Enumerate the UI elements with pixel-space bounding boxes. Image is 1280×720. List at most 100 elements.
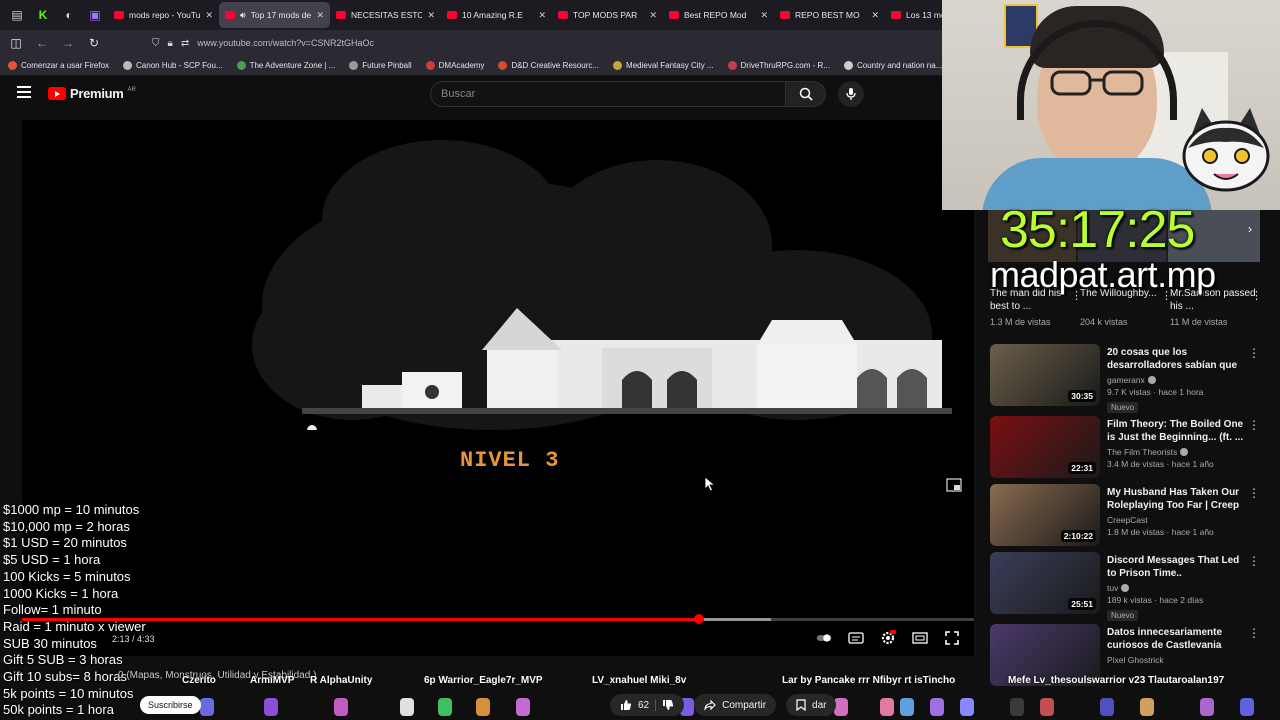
browser-tab[interactable]: TOP MODS PAR ✕ — [552, 2, 663, 28]
bookmark-label: Medieval Fantasy City ... — [626, 61, 714, 70]
tab-list-icon[interactable]: ▤ — [4, 4, 30, 26]
video-thumbnail[interactable]: 22:31 — [990, 416, 1100, 478]
search-button[interactable] — [786, 81, 826, 107]
address-bar[interactable]: ⛉ 🔒︎ ⇄ www.youtube.com/watch?v=CSNR2tGHa… — [152, 38, 374, 49]
chat-emote-icon — [264, 698, 278, 716]
autoplay-toggle[interactable] — [816, 630, 832, 646]
bookmark-item[interactable]: DriveThruRPG.com - R... — [727, 61, 830, 70]
video-title[interactable]: 20 cosas que los desarrolladores sabían … — [1107, 346, 1245, 372]
bookmark-item[interactable]: Canon Hub - SCP Fou... — [123, 61, 223, 70]
bookmark-favicon-icon — [498, 61, 508, 70]
bookmark-favicon-icon — [843, 61, 853, 70]
more-options-icon[interactable]: ⋮ — [1251, 289, 1262, 302]
back-icon[interactable]: ← — [34, 36, 50, 50]
more-options-icon[interactable]: ⋮ — [1248, 486, 1260, 500]
bookmark-item[interactable]: The Adventure Zone | ... — [236, 61, 335, 70]
bookmark-item[interactable]: Future Pinball — [349, 61, 412, 70]
video-title[interactable]: My Husband Has Taken Our Roleplaying Too… — [1107, 486, 1245, 512]
bookmark-item[interactable]: D&D Creative Resourc... — [498, 61, 599, 70]
speaker-icon[interactable]: 🔊︎ — [240, 10, 246, 21]
bookmark-item[interactable]: Comenzar a usar Firefox — [8, 61, 109, 70]
forward-icon[interactable]: → — [60, 36, 76, 50]
recommended-video[interactable]: 25:51 Discord Messages That Led to Prison… — [990, 552, 1262, 621]
share-button[interactable]: Compartir — [694, 694, 777, 716]
video-duration: 2:10:22 — [1060, 530, 1096, 542]
more-options-icon[interactable]: ⋮ — [1248, 346, 1260, 360]
close-icon[interactable]: ✕ — [760, 10, 768, 21]
tab-title: NECESITAS ESTO — [351, 10, 423, 20]
chevron-right-icon[interactable]: › — [1248, 222, 1252, 236]
video-thumbnail[interactable]: 2:10:22 — [990, 484, 1100, 546]
thumbs-down-icon[interactable] — [662, 699, 674, 711]
recommended-video[interactable]: 22:31 Film Theory: The Boiled One is Just… — [990, 416, 1262, 480]
screen: ▤ K ◐ ▣ mods repo - YouTube ✕ 🔊︎ Top 17 mod… — [0, 0, 1280, 720]
browser-tab[interactable]: 10 Amazing R.E ✕ — [441, 2, 552, 28]
lock-icon[interactable]: 🔒︎ — [168, 38, 173, 49]
browser-tab[interactable]: Best REPO Mod ✕ — [663, 2, 774, 28]
close-icon[interactable]: ✕ — [871, 10, 879, 21]
channel-name[interactable]: gameranx — [1107, 375, 1145, 385]
video-title[interactable]: Film Theory: The Boiled One is Just the … — [1107, 418, 1245, 444]
shield-icon[interactable]: ⛉ — [152, 38, 160, 49]
channel-name[interactable]: tuv — [1107, 583, 1118, 593]
miniplayer-icon[interactable] — [946, 478, 962, 492]
subscribe-button[interactable]: Suscribirse — [140, 696, 201, 714]
progress-bar[interactable] — [22, 614, 974, 624]
search-input[interactable] — [431, 82, 785, 106]
settings-button[interactable] — [880, 630, 896, 646]
search-box — [430, 81, 786, 107]
browser-tab[interactable]: NECESITAS ESTO ✕ — [330, 2, 441, 28]
kick-icon[interactable]: K — [30, 4, 56, 26]
channel-name[interactable]: Pixel Ghostrick — [1107, 655, 1164, 665]
more-options-icon[interactable]: ⋮ — [1248, 418, 1260, 432]
verified-icon — [1147, 376, 1156, 384]
recommended-video[interactable]: 2:10:22 My Husband Has Taken Our Roleplay… — [990, 484, 1262, 548]
progress-scrubber[interactable] — [693, 614, 704, 624]
sidebar-toggle-icon[interactable]: ◫ — [8, 36, 24, 50]
bookmark-item[interactable]: Medieval Fantasy City ... — [613, 61, 714, 70]
bookmark-item[interactable]: Country and nation na... — [843, 61, 942, 70]
close-icon[interactable]: ✕ — [316, 10, 324, 21]
village-illustration — [302, 308, 952, 430]
bookmark-item[interactable]: DMAcademy — [425, 61, 484, 70]
theater-icon — [912, 632, 928, 644]
more-options-icon[interactable]: ⋮ — [1248, 554, 1260, 568]
bookmark-favicon-icon — [727, 61, 737, 70]
video-title[interactable]: Datos innecesariamente curiosos de Castl… — [1107, 626, 1245, 652]
subtitles-button[interactable] — [848, 630, 864, 646]
video-title[interactable]: Discord Messages That Led to Prison Time… — [1107, 554, 1245, 580]
gear-icon — [881, 630, 896, 645]
cursor-icon — [704, 476, 716, 492]
youtube-logo[interactable]: Premium AR — [48, 86, 136, 101]
reload-icon[interactable]: ↻ — [86, 36, 102, 50]
channel-name[interactable]: CreepCast — [1107, 515, 1148, 525]
hamburger-menu-icon[interactable] — [17, 86, 31, 98]
bookmark-icon — [796, 699, 806, 711]
browser-tab[interactable]: 🔊︎ Top 17 mods de ✕ — [219, 2, 330, 28]
video-thumbnail[interactable]: 30:35 — [990, 344, 1100, 406]
like-button[interactable]: 62 — [610, 694, 685, 716]
twitch-icon[interactable]: ▣ — [82, 4, 108, 26]
video-thumbnail[interactable]: 25:51 — [990, 552, 1100, 614]
extension-icon[interactable]: ◐ — [56, 4, 82, 26]
url-text[interactable]: www.youtube.com/watch?v=CSNR2tGHaOc — [197, 38, 374, 48]
close-icon[interactable]: ✕ — [427, 10, 435, 21]
recommended-video[interactable]: 30:35 20 cosas que los desarrolladores sa… — [990, 344, 1262, 413]
close-icon[interactable]: ✕ — [538, 10, 546, 21]
fullscreen-button[interactable] — [944, 630, 960, 646]
save-button[interactable]: dar — [786, 694, 837, 716]
shelf-item-views: 11 M de vistas — [1170, 317, 1228, 327]
browser-tab[interactable]: REPO BEST MO ✕ — [774, 2, 885, 28]
chat-username: ArmiMVP — [250, 675, 295, 686]
video-player[interactable]: NIVEL 3 2:13 / 4:33 — [22, 120, 974, 656]
close-icon[interactable]: ✕ — [205, 10, 213, 21]
channel-name[interactable]: The Film Theorists — [1107, 447, 1177, 457]
youtube-favicon-icon — [447, 11, 457, 19]
theater-mode-button[interactable] — [912, 630, 928, 646]
rate-line: $5 USD = 1 hora — [3, 552, 101, 568]
browser-tab[interactable]: mods repo - YouTube ✕ — [108, 2, 219, 28]
close-icon[interactable]: ✕ — [649, 10, 657, 21]
permissions-icon[interactable]: ⇄ — [181, 38, 189, 49]
voice-search-button[interactable] — [838, 81, 864, 107]
more-options-icon[interactable]: ⋮ — [1248, 626, 1260, 640]
